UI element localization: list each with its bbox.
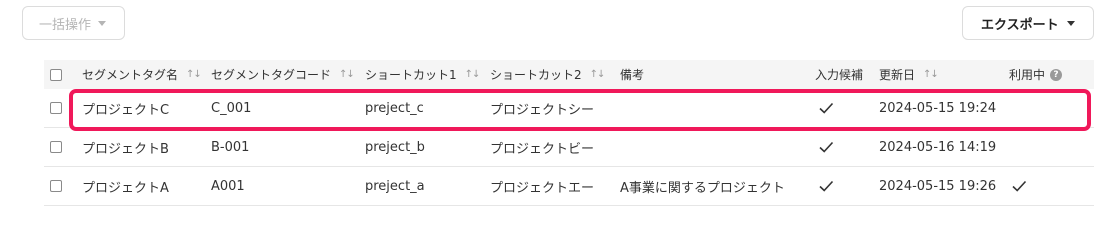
export-label: エクスポート xyxy=(981,17,1059,33)
chevron-down-icon xyxy=(98,21,107,26)
sort-icon[interactable]: ↑↓ xyxy=(186,69,202,80)
tag-name: プロジェクトB xyxy=(82,141,169,157)
shortcut1: preject_a xyxy=(365,178,425,194)
tag-name: プロジェクトA xyxy=(82,180,169,196)
header-tag-name[interactable]: セグメントタグ名 xyxy=(82,66,178,83)
updated-date: 2024-05-15 19:26 xyxy=(879,178,997,194)
segment-tag-table: セグメントタグ名 ↑↓ セグメントタグコード ↑↓ ショートカット1 ↑↓ ショ… xyxy=(44,60,1094,206)
export-button[interactable]: エクスポート xyxy=(962,6,1094,40)
shortcut2: プロジェクトビー xyxy=(490,141,595,157)
sort-icon[interactable]: ↑↓ xyxy=(339,69,355,80)
header-shortcut1[interactable]: ショートカット1 xyxy=(365,66,457,83)
shortcut1: preject_b xyxy=(365,139,425,155)
sort-icon[interactable]: ↑↓ xyxy=(923,69,939,80)
row-checkbox[interactable] xyxy=(50,180,62,192)
row-checkbox[interactable] xyxy=(50,141,62,153)
tag-code: A001 xyxy=(211,178,245,194)
bulk-action-button[interactable]: 一括操作 xyxy=(22,6,125,40)
shortcut2: プロジェクトエー xyxy=(490,180,595,196)
chevron-down-icon xyxy=(1066,21,1075,26)
table-header: セグメントタグ名 ↑↓ セグメントタグコード ↑↓ ショートカット1 ↑↓ ショ… xyxy=(44,60,1094,89)
bulk-action-label: 一括操作 xyxy=(39,17,92,33)
tag-code: B-001 xyxy=(211,139,250,155)
tag-code: C_001 xyxy=(211,100,252,116)
check-icon xyxy=(819,102,834,114)
tag-name: プロジェクトC xyxy=(82,102,170,118)
header-tag-code[interactable]: セグメントタグコード xyxy=(211,66,331,83)
header-shortcut2[interactable]: ショートカット2 xyxy=(490,66,582,83)
row-checkbox[interactable] xyxy=(50,102,62,114)
table-row[interactable]: プロジェクトB B-001 preject_b プロジェクトビー 2024-05… xyxy=(44,128,1094,167)
header-input-candidate: 入力候補 xyxy=(815,68,864,82)
help-icon[interactable]: ? xyxy=(1050,68,1063,81)
table-row[interactable]: プロジェクトC C_001 preject_c プロジェクトシー 2024-05… xyxy=(44,89,1094,128)
header-in-use: 利用中 xyxy=(1009,68,1046,82)
note: A事業に関するプロジェクト xyxy=(620,180,785,196)
table-row[interactable]: プロジェクトA A001 preject_a プロジェクトエー A事業に関するプ… xyxy=(44,167,1094,206)
sort-icon[interactable]: ↑↓ xyxy=(590,69,606,80)
header-note: 備考 xyxy=(620,68,645,82)
sort-icon[interactable]: ↑↓ xyxy=(465,69,481,80)
check-icon xyxy=(819,141,834,153)
updated-date: 2024-05-16 14:19 xyxy=(879,139,997,155)
header-updated[interactable]: 更新日 xyxy=(879,66,915,83)
select-all-checkbox[interactable] xyxy=(50,68,62,81)
shortcut1: preject_c xyxy=(365,100,424,116)
check-icon xyxy=(819,180,834,192)
updated-date: 2024-05-15 19:24 xyxy=(879,100,997,116)
shortcut2: プロジェクトシー xyxy=(490,102,595,118)
check-icon xyxy=(1012,180,1027,192)
